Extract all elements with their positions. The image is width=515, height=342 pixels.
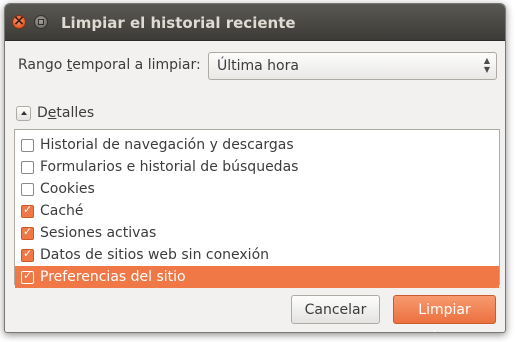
clear-history-dialog: Limpiar el historial reciente Rango temp… — [4, 3, 506, 333]
list-item-label: Cookies — [40, 181, 95, 197]
time-range-label-part: Rango — [18, 57, 67, 73]
checkbox[interactable] — [21, 203, 34, 218]
checkbox[interactable] — [21, 269, 34, 284]
list-item[interactable]: Cookies — [15, 178, 499, 200]
maximize-icon[interactable] — [34, 15, 48, 29]
time-range-label-part: emporal a limpiar: — [72, 57, 201, 73]
details-expander-icon[interactable] — [16, 106, 31, 121]
list-item-label: Preferencias del sitio — [40, 269, 186, 285]
list-item[interactable]: Historial de navegación y descargas — [15, 134, 499, 156]
list-item-label: Historial de navegación y descargas — [40, 137, 294, 153]
checkbox[interactable] — [21, 183, 34, 196]
checkbox[interactable] — [21, 139, 34, 152]
list-item-label: Caché — [40, 203, 84, 219]
history-items-list[interactable]: Historial de navegación y descargas Formu… — [14, 129, 500, 288]
checkbox[interactable] — [21, 247, 34, 262]
details-label-part: D — [37, 105, 48, 121]
details-label-part: talles — [56, 105, 95, 121]
cancel-button[interactable]: Cancelar — [291, 295, 380, 324]
details-label[interactable]: Detalles — [37, 105, 94, 121]
time-range-value: Última hora — [217, 58, 299, 74]
updown-arrows-icon: ▲ ▼ — [483, 56, 490, 74]
close-icon[interactable] — [12, 13, 26, 29]
list-item[interactable]: Sesiones activas — [15, 222, 499, 244]
title-bar[interactable]: Limpiar el historial reciente — [5, 4, 505, 41]
clear-now-button[interactable]: Limpiar ahora — [393, 295, 496, 332]
time-range-select[interactable]: Última hora ▲ ▼ — [208, 52, 497, 80]
list-item-label: Datos de sitios web sin conexión — [40, 247, 270, 263]
window-title: Limpiar el historial reciente — [61, 14, 296, 32]
list-item[interactable]: Caché — [15, 200, 499, 222]
list-item[interactable]: Datos de sitios web sin conexión — [15, 244, 499, 266]
checkbox[interactable] — [21, 161, 34, 174]
list-item[interactable]: Formularios e historial de búsquedas — [15, 156, 499, 178]
list-item-label: Formularios e historial de búsquedas — [40, 159, 299, 175]
list-item[interactable]: Preferencias del sitio — [15, 266, 499, 288]
list-item-label: Sesiones activas — [40, 225, 157, 241]
checkbox[interactable] — [21, 225, 34, 240]
time-range-label: Rango temporal a limpiar: — [18, 57, 201, 73]
